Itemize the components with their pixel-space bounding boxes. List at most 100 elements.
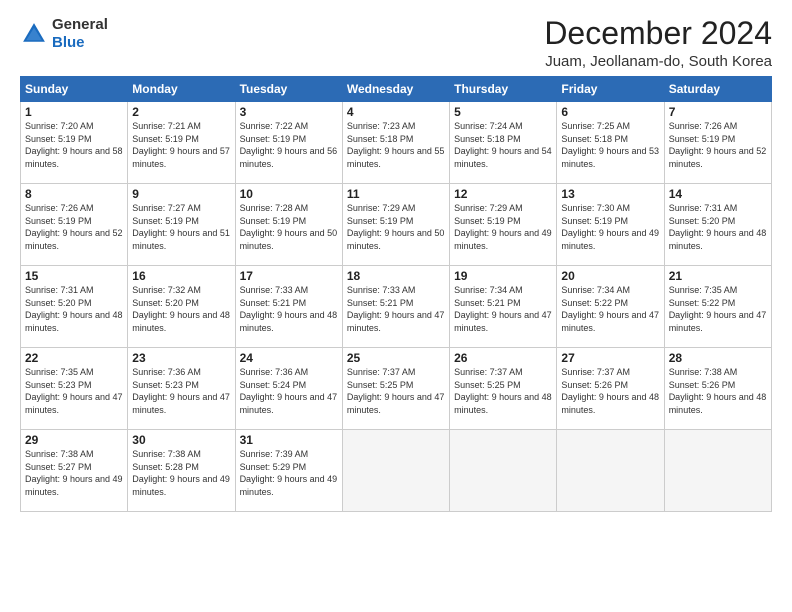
day-number: 26 [454,351,552,365]
day-number: 10 [240,187,338,201]
week-row-4: 22 Sunrise: 7:35 AMSunset: 5:23 PMDaylig… [21,348,772,430]
day-number: 30 [132,433,230,447]
empty-cell [450,430,557,512]
day-number: 23 [132,351,230,365]
calendar-table: Sunday Monday Tuesday Wednesday Thursday… [20,76,772,512]
day-cell-4: 4 Sunrise: 7:23 AMSunset: 5:18 PMDayligh… [342,102,449,184]
day-cell-28: 28 Sunrise: 7:38 AMSunset: 5:26 PMDaylig… [664,348,771,430]
day-number: 29 [25,433,123,447]
day-cell-8: 8 Sunrise: 7:26 AMSunset: 5:19 PMDayligh… [21,184,128,266]
day-info: Sunrise: 7:26 AMSunset: 5:19 PMDaylight:… [25,202,123,252]
day-info: Sunrise: 7:30 AMSunset: 5:19 PMDaylight:… [561,202,659,252]
col-thursday: Thursday [450,77,557,102]
day-cell-7: 7 Sunrise: 7:26 AMSunset: 5:19 PMDayligh… [664,102,771,184]
day-info: Sunrise: 7:34 AMSunset: 5:22 PMDaylight:… [561,284,659,334]
day-info: Sunrise: 7:38 AMSunset: 5:26 PMDaylight:… [669,366,767,416]
day-info: Sunrise: 7:31 AMSunset: 5:20 PMDaylight:… [25,284,123,334]
week-row-5: 29 Sunrise: 7:38 AMSunset: 5:27 PMDaylig… [21,430,772,512]
day-cell-13: 13 Sunrise: 7:30 AMSunset: 5:19 PMDaylig… [557,184,664,266]
day-number: 31 [240,433,338,447]
day-cell-10: 10 Sunrise: 7:28 AMSunset: 5:19 PMDaylig… [235,184,342,266]
day-cell-25: 25 Sunrise: 7:37 AMSunset: 5:25 PMDaylig… [342,348,449,430]
header: General Blue December 2024 Juam, Jeollan… [20,16,772,70]
day-info: Sunrise: 7:27 AMSunset: 5:19 PMDaylight:… [132,202,230,252]
day-info: Sunrise: 7:33 AMSunset: 5:21 PMDaylight:… [347,284,445,334]
day-cell-26: 26 Sunrise: 7:37 AMSunset: 5:25 PMDaylig… [450,348,557,430]
day-cell-14: 14 Sunrise: 7:31 AMSunset: 5:20 PMDaylig… [664,184,771,266]
logo-text: General Blue [52,16,108,52]
day-number: 16 [132,269,230,283]
day-cell-3: 3 Sunrise: 7:22 AMSunset: 5:19 PMDayligh… [235,102,342,184]
day-number: 5 [454,105,552,119]
day-info: Sunrise: 7:29 AMSunset: 5:19 PMDaylight:… [454,202,552,252]
day-info: Sunrise: 7:20 AMSunset: 5:19 PMDaylight:… [25,120,123,170]
logo-icon [20,20,48,48]
day-info: Sunrise: 7:29 AMSunset: 5:19 PMDaylight:… [347,202,445,252]
day-info: Sunrise: 7:37 AMSunset: 5:25 PMDaylight:… [454,366,552,416]
calendar-header-row: Sunday Monday Tuesday Wednesday Thursday… [21,77,772,102]
day-info: Sunrise: 7:36 AMSunset: 5:23 PMDaylight:… [132,366,230,416]
week-row-2: 8 Sunrise: 7:26 AMSunset: 5:19 PMDayligh… [21,184,772,266]
day-number: 9 [132,187,230,201]
day-info: Sunrise: 7:25 AMSunset: 5:18 PMDaylight:… [561,120,659,170]
day-info: Sunrise: 7:37 AMSunset: 5:26 PMDaylight:… [561,366,659,416]
day-cell-2: 2 Sunrise: 7:21 AMSunset: 5:19 PMDayligh… [128,102,235,184]
title-block: December 2024 Juam, Jeollanam-do, South … [544,16,772,70]
day-number: 7 [669,105,767,119]
day-cell-6: 6 Sunrise: 7:25 AMSunset: 5:18 PMDayligh… [557,102,664,184]
day-number: 28 [669,351,767,365]
subtitle: Juam, Jeollanam-do, South Korea [544,53,772,70]
day-info: Sunrise: 7:23 AMSunset: 5:18 PMDaylight:… [347,120,445,170]
empty-cell [557,430,664,512]
day-info: Sunrise: 7:36 AMSunset: 5:24 PMDaylight:… [240,366,338,416]
day-info: Sunrise: 7:31 AMSunset: 5:20 PMDaylight:… [669,202,767,252]
logo-general: General [52,16,108,33]
day-cell-1: 1 Sunrise: 7:20 AMSunset: 5:19 PMDayligh… [21,102,128,184]
day-number: 15 [25,269,123,283]
day-number: 2 [132,105,230,119]
day-cell-23: 23 Sunrise: 7:36 AMSunset: 5:23 PMDaylig… [128,348,235,430]
day-cell-18: 18 Sunrise: 7:33 AMSunset: 5:21 PMDaylig… [342,266,449,348]
day-info: Sunrise: 7:39 AMSunset: 5:29 PMDaylight:… [240,448,338,498]
day-cell-9: 9 Sunrise: 7:27 AMSunset: 5:19 PMDayligh… [128,184,235,266]
day-info: Sunrise: 7:33 AMSunset: 5:21 PMDaylight:… [240,284,338,334]
day-number: 12 [454,187,552,201]
day-info: Sunrise: 7:34 AMSunset: 5:21 PMDaylight:… [454,284,552,334]
logo: General Blue [20,16,108,52]
day-info: Sunrise: 7:22 AMSunset: 5:19 PMDaylight:… [240,120,338,170]
day-cell-19: 19 Sunrise: 7:34 AMSunset: 5:21 PMDaylig… [450,266,557,348]
day-cell-31: 31 Sunrise: 7:39 AMSunset: 5:29 PMDaylig… [235,430,342,512]
day-number: 27 [561,351,659,365]
day-number: 20 [561,269,659,283]
day-number: 6 [561,105,659,119]
day-number: 21 [669,269,767,283]
day-info: Sunrise: 7:28 AMSunset: 5:19 PMDaylight:… [240,202,338,252]
page-container: General Blue December 2024 Juam, Jeollan… [0,0,792,522]
col-wednesday: Wednesday [342,77,449,102]
day-info: Sunrise: 7:35 AMSunset: 5:23 PMDaylight:… [25,366,123,416]
day-info: Sunrise: 7:26 AMSunset: 5:19 PMDaylight:… [669,120,767,170]
month-title: December 2024 [544,16,772,51]
day-number: 1 [25,105,123,119]
day-cell-30: 30 Sunrise: 7:38 AMSunset: 5:28 PMDaylig… [128,430,235,512]
day-number: 4 [347,105,445,119]
day-cell-16: 16 Sunrise: 7:32 AMSunset: 5:20 PMDaylig… [128,266,235,348]
day-number: 24 [240,351,338,365]
logo-blue: Blue [52,34,85,51]
day-cell-12: 12 Sunrise: 7:29 AMSunset: 5:19 PMDaylig… [450,184,557,266]
day-cell-5: 5 Sunrise: 7:24 AMSunset: 5:18 PMDayligh… [450,102,557,184]
day-cell-21: 21 Sunrise: 7:35 AMSunset: 5:22 PMDaylig… [664,266,771,348]
col-monday: Monday [128,77,235,102]
week-row-1: 1 Sunrise: 7:20 AMSunset: 5:19 PMDayligh… [21,102,772,184]
empty-cell [664,430,771,512]
day-number: 8 [25,187,123,201]
col-tuesday: Tuesday [235,77,342,102]
day-number: 18 [347,269,445,283]
day-cell-27: 27 Sunrise: 7:37 AMSunset: 5:26 PMDaylig… [557,348,664,430]
col-friday: Friday [557,77,664,102]
day-cell-15: 15 Sunrise: 7:31 AMSunset: 5:20 PMDaylig… [21,266,128,348]
day-number: 25 [347,351,445,365]
empty-cell [342,430,449,512]
col-saturday: Saturday [664,77,771,102]
day-cell-24: 24 Sunrise: 7:36 AMSunset: 5:24 PMDaylig… [235,348,342,430]
